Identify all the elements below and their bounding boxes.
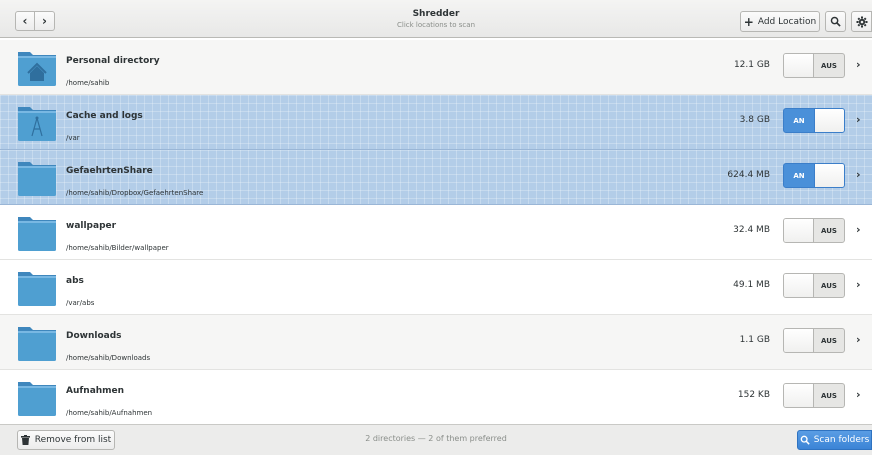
location-name: GefaehrtenShare — [66, 166, 153, 176]
chevron-right-icon[interactable]: › — [856, 168, 861, 181]
location-name: Personal directory — [66, 56, 160, 66]
forward-button[interactable]: › — [35, 11, 55, 31]
toggle-knob[interactable] — [784, 329, 814, 352]
location-name: Aufnahmen — [66, 386, 125, 396]
toggle-state-label: AN — [793, 171, 805, 180]
toggle-state-label: AUS — [821, 61, 837, 70]
plus-icon: + — [743, 14, 754, 29]
location-name: wallpaper — [66, 221, 117, 231]
chevron-right-icon[interactable]: › — [856, 58, 861, 71]
location-path: /home/sahib/Downloads — [66, 354, 151, 362]
search-button[interactable] — [825, 11, 846, 32]
search-icon — [800, 435, 810, 445]
add-location-button[interactable]: + Add Location — [740, 11, 820, 32]
scan-toggle[interactable]: AUS — [783, 383, 845, 408]
location-path: /var/abs — [66, 299, 95, 307]
location-size: 1.1 GB — [739, 335, 770, 345]
chevron-right-icon[interactable]: › — [856, 223, 861, 236]
folder-icon — [18, 382, 56, 416]
header-bar: ‹ › Shredder Click locations to scan + A… — [0, 0, 872, 38]
toggle-knob[interactable] — [814, 164, 844, 187]
folder-icon — [18, 272, 56, 306]
location-name: abs — [66, 276, 84, 286]
add-location-label: Add Location — [757, 16, 817, 27]
remove-from-list-label: Remove from list — [34, 435, 112, 445]
scan-folders-button[interactable]: Scan folders — [797, 430, 872, 450]
toggle-knob[interactable] — [784, 274, 814, 297]
location-name: Downloads — [66, 331, 122, 341]
chevron-right-icon[interactable]: › — [856, 388, 861, 401]
location-path: /var — [66, 134, 80, 142]
toggle-knob[interactable] — [814, 109, 844, 132]
home-folder-icon — [18, 52, 56, 86]
location-list: Personal directory /home/sahib 12.1 GB A… — [0, 40, 872, 425]
navigation-buttons: ‹ › — [15, 11, 55, 31]
location-row-5[interactable]: Downloads /home/sahib/Downloads 1.1 GB A… — [0, 315, 872, 370]
folder-icon — [18, 327, 56, 361]
scan-folders-label: Scan folders — [813, 435, 870, 445]
location-row-3[interactable]: wallpaper /home/sahib/Bilder/wallpaper 3… — [0, 205, 872, 260]
location-row-6[interactable]: Aufnahmen /home/sahib/Aufnahmen 152 KB A… — [0, 370, 872, 425]
location-row-1[interactable]: Cache and logs /var 3.8 GB AN › — [0, 95, 872, 150]
scan-toggle[interactable]: AUS — [783, 218, 845, 243]
scan-toggle[interactable]: AUS — [783, 328, 845, 353]
status-text: 2 directories — 2 of them preferred — [365, 434, 507, 443]
location-row-0[interactable]: Personal directory /home/sahib 12.1 GB A… — [0, 40, 872, 95]
location-row-4[interactable]: abs /var/abs 49.1 MB AUS › — [0, 260, 872, 315]
search-icon — [830, 16, 841, 27]
location-size: 3.8 GB — [739, 115, 770, 125]
location-size: 49.1 MB — [733, 280, 770, 290]
toggle-knob[interactable] — [784, 384, 814, 407]
location-size: 12.1 GB — [733, 60, 770, 70]
toggle-state-label: AUS — [821, 281, 837, 290]
location-path: /home/sahib/Bilder/wallpaper — [66, 244, 169, 252]
scan-toggle[interactable]: AUS — [783, 273, 845, 298]
scan-toggle[interactable]: AN — [783, 108, 845, 133]
gear-icon — [856, 16, 867, 27]
folder-icon — [18, 217, 56, 251]
remove-from-list-button[interactable]: Remove from list — [17, 430, 115, 450]
chevron-right-icon[interactable]: › — [856, 333, 861, 346]
location-size: 152 KB — [737, 390, 770, 400]
location-size: 32.4 MB — [733, 225, 770, 235]
location-name: Cache and logs — [66, 111, 143, 121]
location-size: 624.4 MB — [727, 170, 770, 180]
chevron-right-icon: › — [42, 14, 47, 28]
scan-toggle[interactable]: AN — [783, 163, 845, 188]
toggle-state-label: AUS — [821, 336, 837, 345]
location-path: /home/sahib/Dropbox/GefaehrtenShare — [66, 189, 204, 197]
chevron-right-icon[interactable]: › — [856, 113, 861, 126]
folder-icon — [18, 162, 56, 196]
chevron-left-icon: ‹ — [22, 14, 28, 28]
toggle-knob[interactable] — [784, 54, 814, 77]
toggle-state-label: AUS — [821, 391, 837, 400]
toggle-knob[interactable] — [784, 219, 814, 242]
location-path: /home/sahib — [66, 79, 110, 87]
back-button[interactable]: ‹ — [15, 11, 35, 31]
toggle-state-label: AUS — [821, 226, 837, 235]
system-folder-icon — [18, 107, 56, 141]
settings-button[interactable] — [851, 11, 872, 32]
toggle-state-label: AN — [793, 116, 805, 125]
trash-icon — [20, 435, 30, 445]
location-row-2[interactable]: GefaehrtenShare /home/sahib/Dropbox/Gefa… — [0, 150, 872, 205]
chevron-right-icon[interactable]: › — [856, 278, 861, 291]
scan-toggle[interactable]: AUS — [783, 53, 845, 78]
footer-bar: Remove from list 2 directories — 2 of th… — [0, 424, 872, 455]
location-path: /home/sahib/Aufnahmen — [66, 409, 153, 417]
